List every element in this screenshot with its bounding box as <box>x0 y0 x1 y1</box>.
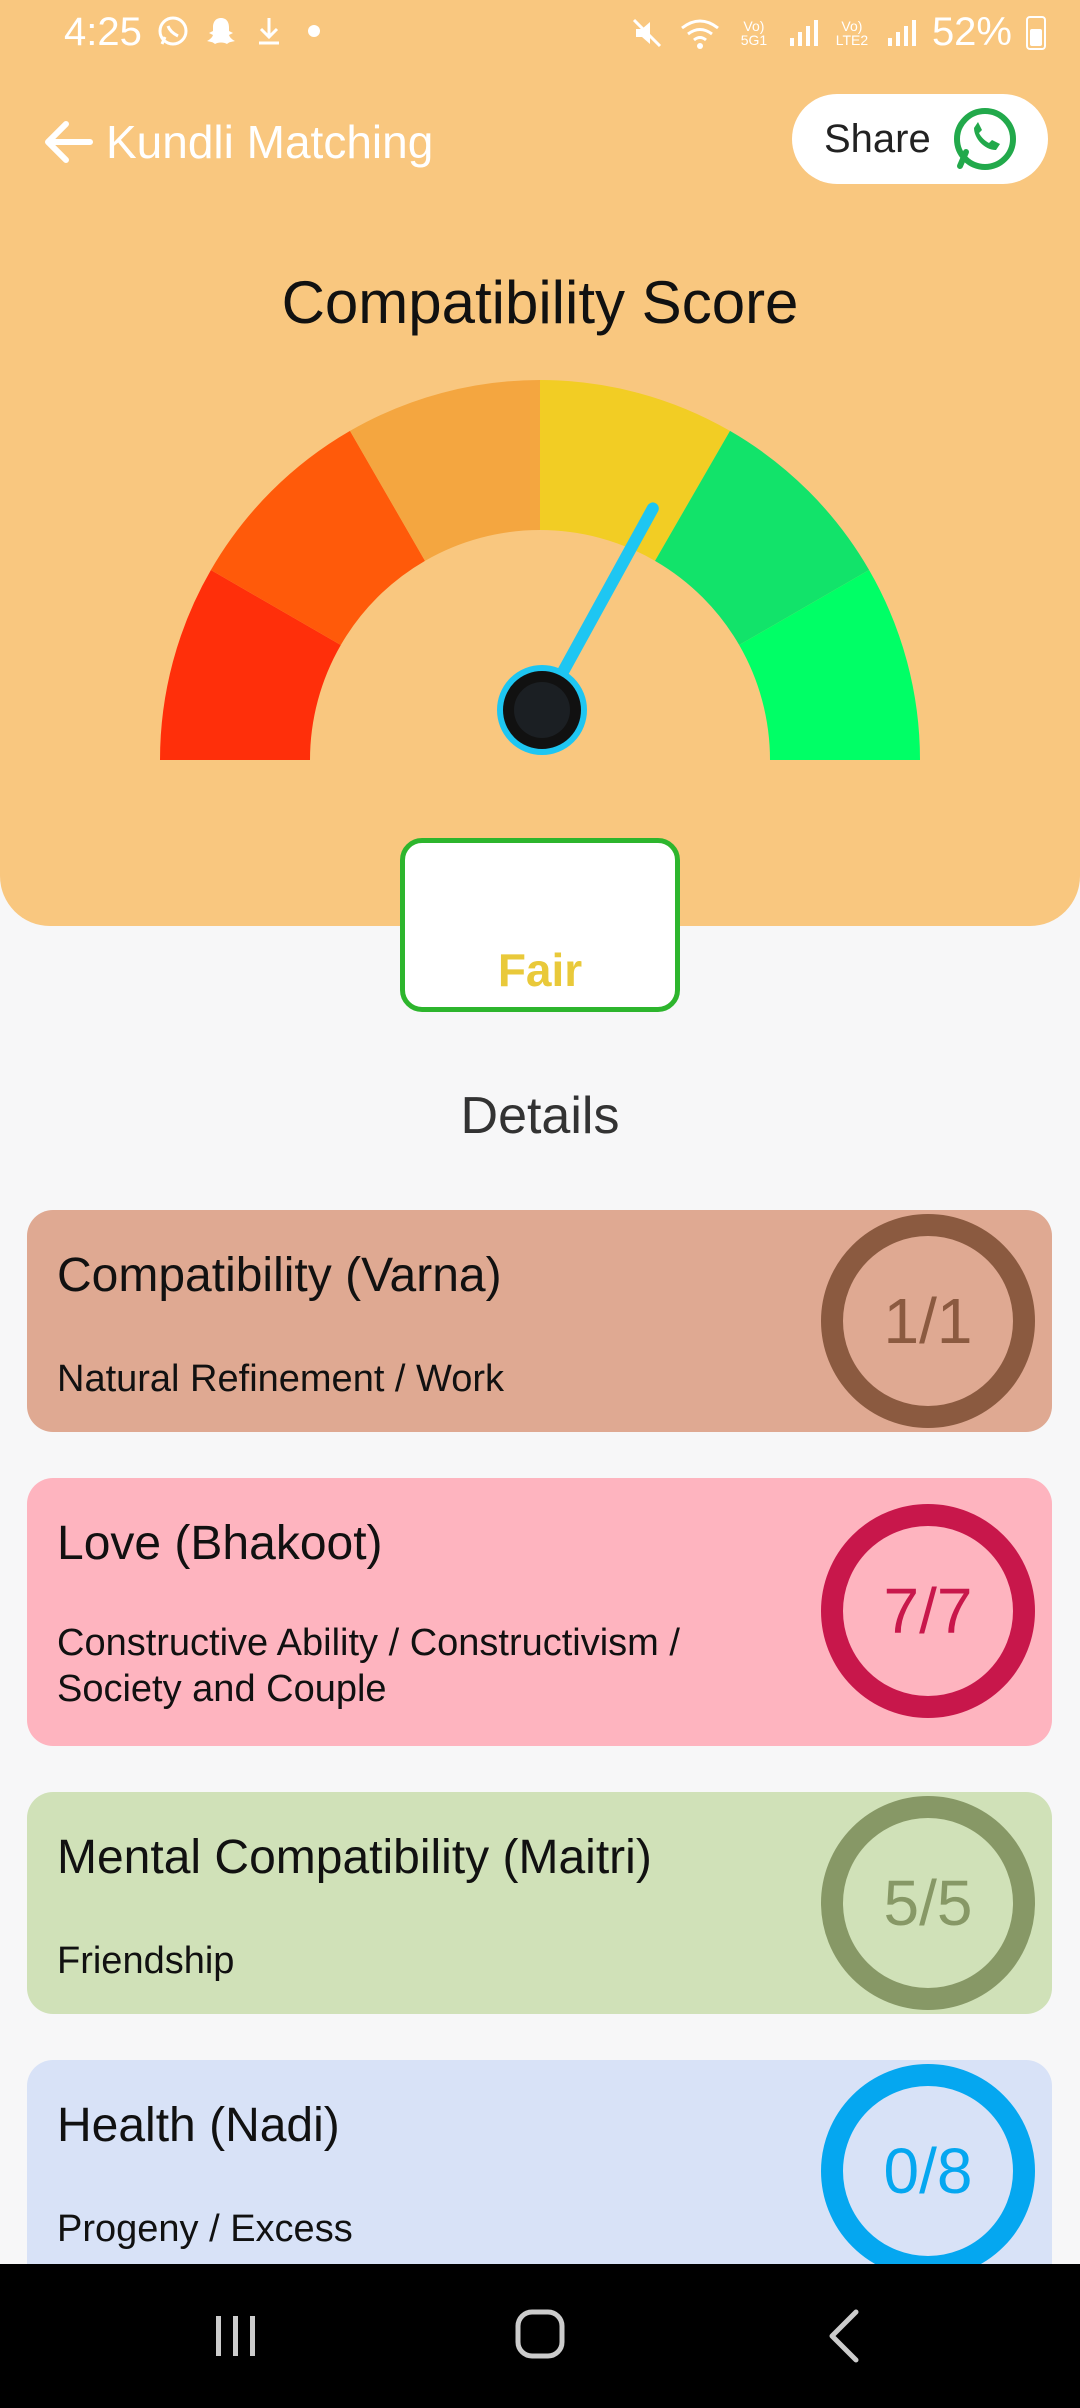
card-title: Love (Bhakoot) <box>57 1517 383 1570</box>
whatsapp-icon <box>158 16 188 46</box>
rating-label: Fair <box>497 944 583 996</box>
compatibility-gauge <box>160 380 920 760</box>
card-subtitle: Friendship <box>57 1940 235 1982</box>
score-ring: 5/5 <box>821 1796 1035 2010</box>
signal-icon <box>887 19 916 46</box>
system-nav-bar <box>0 2264 1080 2408</box>
score-text: 1/1 <box>883 1285 973 1357</box>
snapchat-icon <box>207 18 235 44</box>
status-time: 4:25 <box>64 10 142 54</box>
card-subtitle: Constructive Ability / Constructivism / … <box>57 1622 680 1710</box>
signal-icon <box>789 19 818 46</box>
sim2-label: Vo) LTE2 <box>835 17 869 48</box>
sim1-label: Vo) 5G1 <box>740 17 768 48</box>
share-button[interactable]: Share <box>792 94 1048 184</box>
detail-card-varna[interactable]: Compatibility (Varna) Natural Refinement… <box>27 1210 1052 1432</box>
rating-badge: Fair <box>400 838 680 1012</box>
share-button-label: Share <box>824 116 931 161</box>
back-nav-icon[interactable] <box>804 2304 884 2368</box>
back-arrow-icon[interactable] <box>38 112 98 172</box>
mute-icon <box>632 18 661 47</box>
wifi-icon <box>681 19 719 49</box>
status-bar: 4:25 Vo) 5G1 Vo) LTE2 52% <box>0 0 1080 72</box>
card-title: Mental Compatibility (Maitri) <box>57 1831 652 1884</box>
details-heading: Details <box>460 1087 620 1145</box>
whatsapp-share-icon <box>954 108 1016 170</box>
card-title: Health (Nadi) <box>57 2099 340 2152</box>
home-icon[interactable] <box>500 2304 580 2368</box>
score-ring: 1/1 <box>821 1214 1035 1428</box>
score-ring: 7/7 <box>821 1504 1035 1718</box>
dot-icon <box>308 25 320 37</box>
score-text: 5/5 <box>883 1867 973 1939</box>
score-ring: 0/8 <box>821 2064 1035 2278</box>
score-text: 0/8 <box>883 2135 973 2207</box>
battery-icon <box>1026 15 1046 50</box>
card-subtitle: Natural Refinement / Work <box>57 1358 505 1400</box>
card-subtitle: Progeny / Excess <box>57 2208 353 2250</box>
recents-icon[interactable] <box>196 2304 276 2368</box>
page-title: Kundli Matching <box>106 116 434 168</box>
battery-percent: 52% <box>931 10 1012 54</box>
download-icon <box>259 18 279 45</box>
card-title: Compatibility (Varna) <box>57 1249 502 1302</box>
detail-card-bhakoot[interactable]: Love (Bhakoot) Constructive Ability / Co… <box>27 1478 1052 1746</box>
detail-card-maitri[interactable]: Mental Compatibility (Maitri) Friendship… <box>27 1792 1052 2014</box>
score-text: 7/7 <box>883 1575 973 1647</box>
score-title: Compatibility Score <box>281 269 799 336</box>
